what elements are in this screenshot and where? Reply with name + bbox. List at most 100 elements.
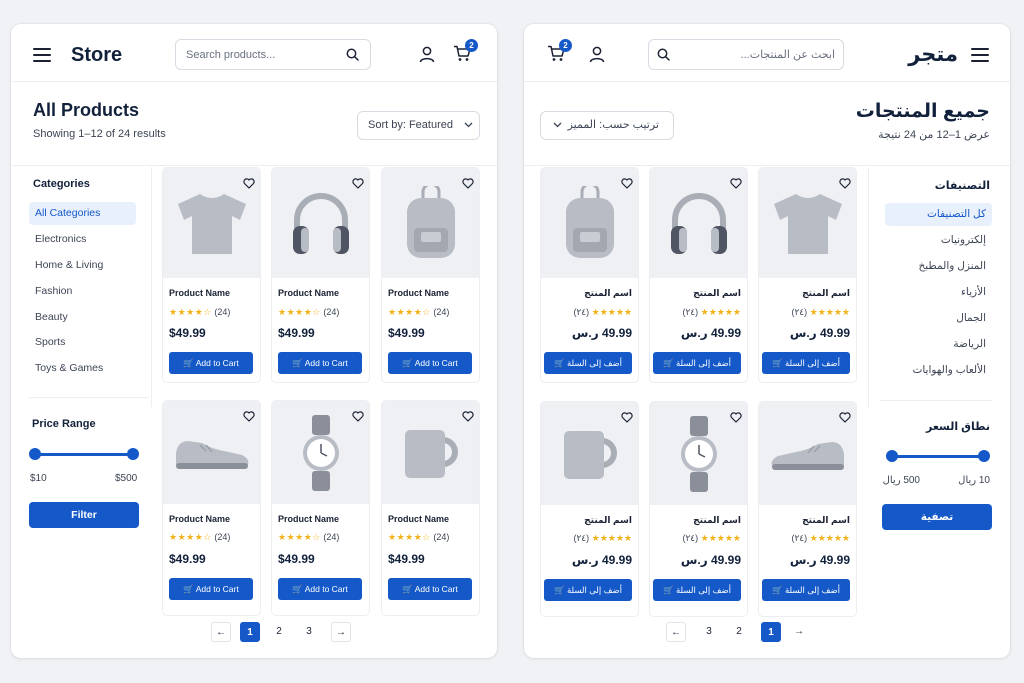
product-grid: اسم المنتج ★★★★★ (٢٤) 49.99 ر.س أضف إلى … — [524, 24, 1010, 658]
headphones-icon — [670, 193, 727, 254]
wishlist-heart-icon[interactable] — [462, 178, 474, 189]
product-image[interactable] — [382, 401, 479, 504]
product-name[interactable]: اسم المنتج — [693, 288, 741, 299]
product-card[interactable]: اسم المنتج ★★★★★ (٢٤) 49.99 ر.س أضف إلى … — [540, 401, 639, 617]
product-card[interactable]: Product Name ★★★★☆ (24) $49.99 🛒 Add to … — [162, 167, 261, 383]
rating-count: (٢٤) — [573, 533, 590, 543]
wishlist-heart-icon[interactable] — [839, 178, 851, 189]
rating-stars-icon: ★★★★★ — [700, 307, 741, 317]
product-image[interactable] — [541, 168, 638, 278]
add-to-cart-label: أضف إلى السلة — [675, 358, 731, 368]
wishlist-heart-icon[interactable] — [462, 411, 474, 422]
wishlist-heart-icon[interactable] — [352, 178, 364, 189]
rating-count: (24) — [214, 532, 231, 542]
backpack-icon — [406, 186, 455, 258]
product-card[interactable]: اسم المنتج ★★★★★ (٢٤) 49.99 ر.س أضف إلى … — [540, 167, 639, 383]
next-page-arrow-icon[interactable]: → — [789, 622, 809, 642]
page-3[interactable]: 3 — [699, 622, 719, 642]
product-image[interactable] — [759, 402, 856, 505]
product-name[interactable]: Product Name — [388, 514, 449, 524]
mug-icon — [404, 429, 458, 478]
add-to-cart-button[interactable]: أضف إلى السلة 🛒 — [653, 579, 741, 601]
add-to-cart-button[interactable]: أضف إلى السلة 🛒 — [544, 579, 632, 601]
product-name[interactable]: اسم المنتج — [802, 288, 850, 299]
product-image[interactable] — [382, 168, 479, 278]
wishlist-heart-icon[interactable] — [730, 178, 742, 189]
next-page-arrow-icon[interactable]: → — [331, 622, 351, 642]
product-image[interactable] — [650, 168, 747, 278]
product-price: 49.99 ر.س — [680, 326, 741, 340]
add-to-cart-label: أضف إلى السلة — [784, 585, 840, 595]
product-name[interactable]: Product Name — [278, 514, 339, 524]
product-image[interactable] — [650, 402, 747, 505]
wishlist-heart-icon[interactable] — [243, 411, 255, 422]
product-image[interactable] — [759, 168, 856, 278]
wishlist-heart-icon[interactable] — [621, 412, 633, 423]
product-price: 49.99 ر.س — [571, 326, 632, 340]
mug-icon — [563, 430, 617, 479]
wishlist-heart-icon[interactable] — [839, 412, 851, 423]
page-2[interactable]: 2 — [729, 622, 749, 642]
product-card[interactable]: اسم المنتج ★★★★★ (٢٤) 49.99 ر.س أضف إلى … — [649, 401, 748, 617]
wishlist-heart-icon[interactable] — [243, 178, 255, 189]
pagination: ← 3 2 1 → — [666, 622, 816, 642]
wishlist-heart-icon[interactable] — [352, 411, 364, 422]
product-image[interactable] — [163, 401, 260, 504]
product-card[interactable]: Product Name ★★★★☆ (24) $49.99 🛒 Add to … — [381, 167, 480, 383]
product-rating: ★★★★☆ (24) — [169, 307, 230, 318]
add-to-cart-button[interactable]: أضف إلى السلة 🛒 — [762, 352, 850, 374]
product-name[interactable]: اسم المنتج — [584, 515, 632, 526]
headphones-icon — [292, 193, 349, 254]
product-grid: Product Name ★★★★☆ (24) $49.99 🛒 Add to … — [11, 24, 497, 658]
product-image[interactable] — [163, 168, 260, 278]
add-to-cart-button[interactable]: 🛒 Add to Cart — [388, 352, 472, 374]
wishlist-heart-icon[interactable] — [730, 412, 742, 423]
product-name[interactable]: اسم المنتج — [802, 515, 850, 526]
page-1[interactable]: 1 — [761, 622, 781, 642]
product-card[interactable]: اسم المنتج ★★★★★ (٢٤) 49.99 ر.س أضف إلى … — [649, 167, 748, 383]
add-to-cart-button[interactable]: 🛒 Add to Cart — [278, 352, 362, 374]
add-to-cart-label: Add to Cart — [195, 584, 239, 594]
product-name[interactable]: اسم المنتج — [584, 288, 632, 299]
product-name[interactable]: Product Name — [278, 288, 339, 298]
product-card[interactable]: اسم المنتج ★★★★★ (٢٤) 49.99 ر.س أضف إلى … — [758, 167, 857, 383]
product-image[interactable] — [272, 401, 369, 504]
add-to-cart-button[interactable]: 🛒 Add to Cart — [278, 578, 362, 600]
add-to-cart-button[interactable]: 🛒 Add to Cart — [388, 578, 472, 600]
add-to-cart-button[interactable]: 🛒 Add to Cart — [169, 578, 253, 600]
product-card[interactable]: اسم المنتج ★★★★★ (٢٤) 49.99 ر.س أضف إلى … — [758, 401, 857, 617]
product-price: 49.99 ر.س — [789, 326, 850, 340]
rating-stars-icon: ★★★★☆ — [278, 307, 321, 317]
add-to-cart-button[interactable]: أضف إلى السلة 🛒 — [653, 352, 741, 374]
product-name[interactable]: Product Name — [388, 288, 449, 298]
page-1[interactable]: 1 — [240, 622, 260, 642]
prev-page-arrow-icon[interactable]: ← — [666, 622, 686, 642]
add-to-cart-button[interactable]: أضف إلى السلة 🛒 — [762, 579, 850, 601]
rating-count: (٢٤) — [682, 307, 699, 317]
product-image[interactable] — [272, 168, 369, 278]
product-card[interactable]: Product Name ★★★★☆ (24) $49.99 🛒 Add to … — [271, 167, 370, 383]
add-to-cart-button[interactable]: 🛒 Add to Cart — [169, 352, 253, 374]
page-2[interactable]: 2 — [269, 622, 289, 642]
product-name[interactable]: اسم المنتج — [693, 515, 741, 526]
product-rating: ★★★★☆ (24) — [388, 307, 449, 318]
product-card[interactable]: Product Name ★★★★☆ (24) $49.99 🛒 Add to … — [162, 400, 261, 616]
prev-page-arrow-icon[interactable]: ← — [211, 622, 231, 642]
product-price: $49.99 — [388, 552, 425, 566]
watch-icon — [680, 415, 717, 492]
product-name[interactable]: Product Name — [169, 514, 230, 524]
product-rating: ★★★★★ (٢٤) — [682, 533, 741, 544]
product-card[interactable]: Product Name ★★★★☆ (24) $49.99 🛒 Add to … — [271, 400, 370, 616]
page-3[interactable]: 3 — [299, 622, 319, 642]
wishlist-heart-icon[interactable] — [621, 178, 633, 189]
add-to-cart-label: Add to Cart — [414, 358, 458, 368]
product-image[interactable] — [541, 402, 638, 505]
sneaker-icon — [175, 440, 248, 469]
rating-count: (٢٤) — [682, 533, 699, 543]
rating-stars-icon: ★★★★★ — [700, 533, 741, 543]
add-to-cart-button[interactable]: أضف إلى السلة 🛒 — [544, 352, 632, 374]
product-rating: ★★★★★ (٢٤) — [791, 533, 850, 544]
sneaker-icon — [771, 441, 844, 470]
product-card[interactable]: Product Name ★★★★☆ (24) $49.99 🛒 Add to … — [381, 400, 480, 616]
product-name[interactable]: Product Name — [169, 288, 230, 298]
